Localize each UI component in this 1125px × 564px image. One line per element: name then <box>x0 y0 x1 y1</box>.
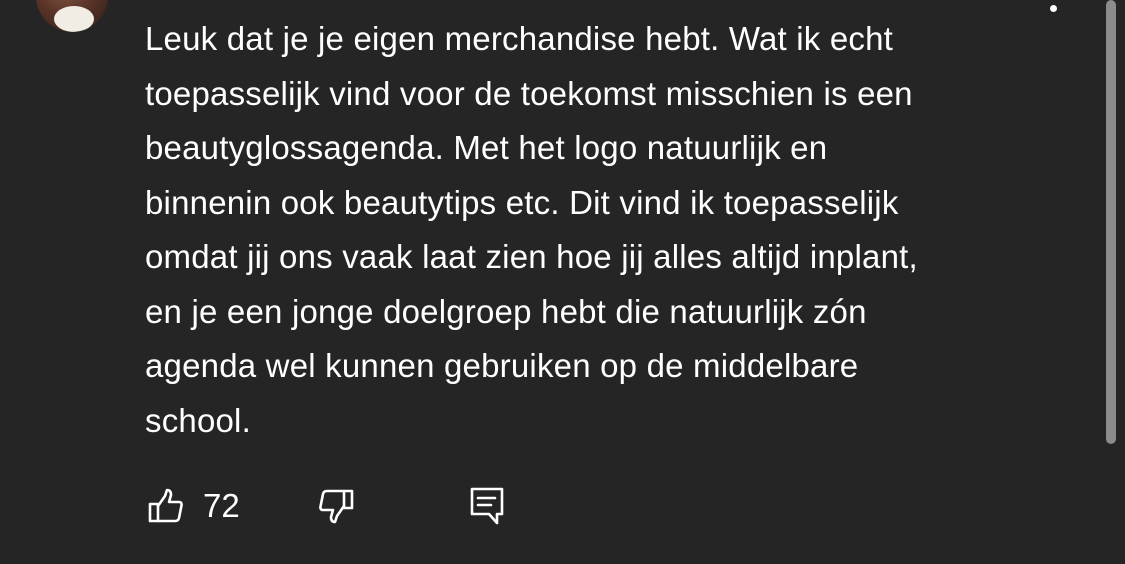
more-options-dot <box>1050 5 1057 12</box>
reply-comment-icon <box>467 486 507 526</box>
like-button[interactable]: 72 <box>145 486 240 526</box>
scrollbar[interactable] <box>1106 0 1116 444</box>
like-count: 72 <box>203 487 240 524</box>
avatar-image-detail <box>54 6 94 32</box>
thumbs-down-icon <box>315 486 355 526</box>
comment-text: Leuk dat je je eigen merchandise hebt. W… <box>145 20 918 439</box>
comment-actions: 72 <box>145 486 525 526</box>
reply-button[interactable] <box>467 486 507 526</box>
comment-screen: Leuk dat je je eigen merchandise hebt. W… <box>0 0 1125 564</box>
dislike-button[interactable] <box>315 486 355 526</box>
thumbs-up-icon <box>145 486 185 526</box>
avatar[interactable] <box>36 0 108 32</box>
